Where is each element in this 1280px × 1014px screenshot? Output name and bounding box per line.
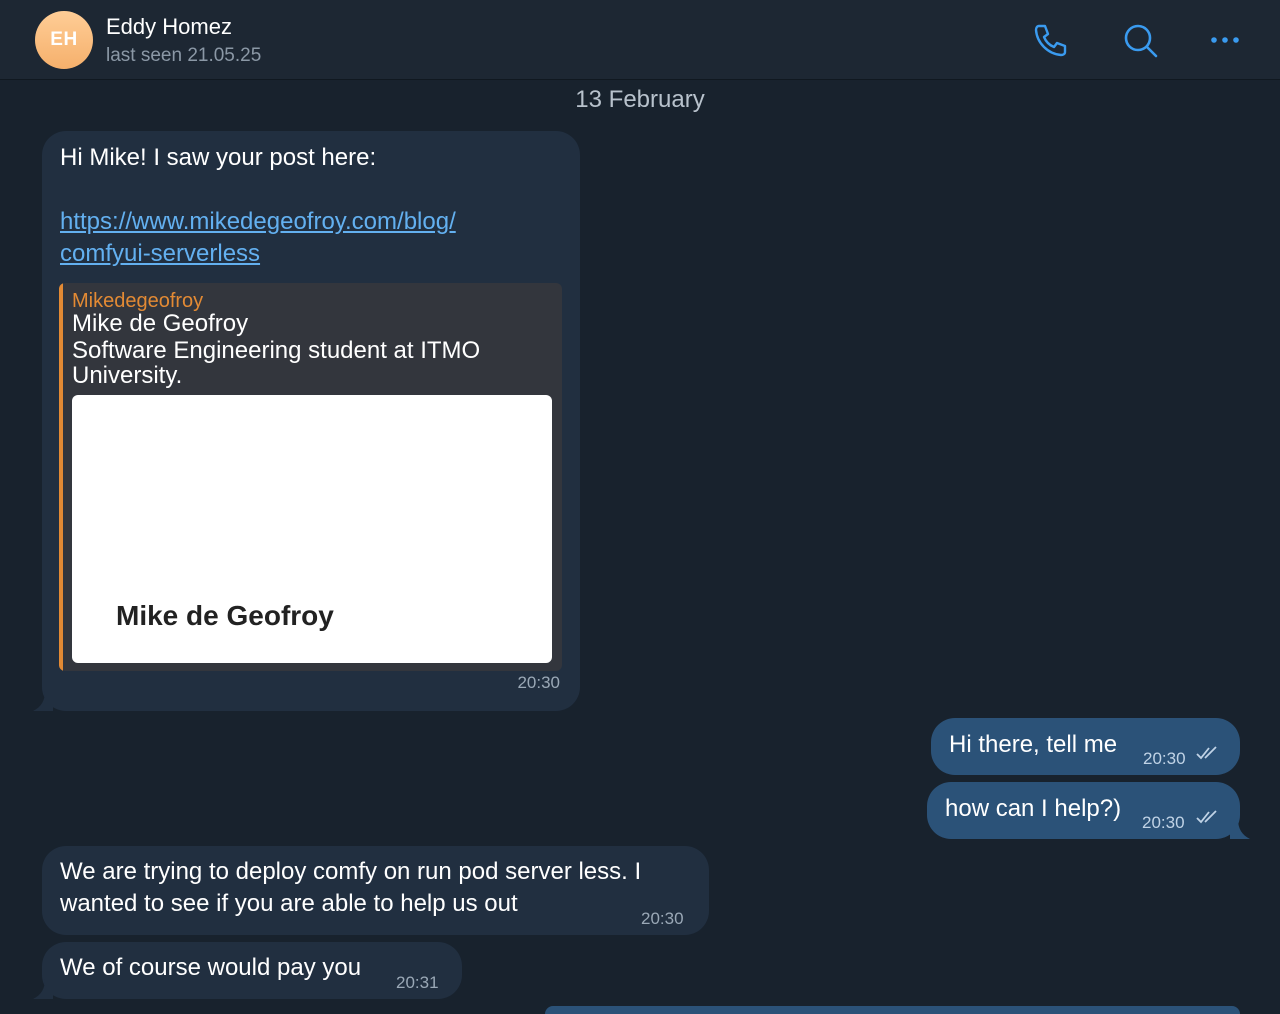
message-bubble-incoming[interactable]: Hi Mike! I saw your post here: https://w…: [42, 131, 580, 711]
preview-accent-bar: [59, 283, 63, 671]
preview-title: Mike de Geofroy: [72, 310, 249, 337]
message-bubble-outgoing[interactable]: [545, 1006, 1240, 1014]
message-time: 20:30: [1143, 749, 1186, 768]
message-text: Hi Mike! I saw your post here:: [60, 144, 377, 171]
double-check-icon: [1196, 810, 1217, 824]
message-text: We of course would pay you: [60, 954, 362, 981]
message-bubble-outgoing[interactable]: how can I help?) 20:30: [927, 782, 1240, 839]
avatar[interactable]: EH: [35, 11, 93, 69]
preview-description: Software Engineering student at ITMO Uni…: [72, 337, 481, 389]
message-bubble-incoming[interactable]: We are trying to deploy comfy on run pod…: [42, 846, 709, 935]
contact-status: last seen 21.05.25: [106, 45, 262, 66]
preview-image-text: Mike de Geofroy: [116, 600, 334, 631]
message-text: wanted to see if you are able to help us…: [60, 890, 518, 917]
message-time: 20:30: [1142, 813, 1185, 832]
bubble-tail: [33, 979, 53, 999]
message-text: how can I help?): [945, 795, 1122, 822]
message-time: 20:30: [517, 673, 560, 692]
double-check-icon: [1196, 746, 1217, 760]
date-separator: 13 February: [575, 86, 705, 113]
chat-header: EH Eddy Homez last seen 21.05.25: [0, 0, 1280, 80]
bubble-tail: [33, 691, 53, 711]
phone-icon[interactable]: [1030, 20, 1070, 60]
message-text: Hi there, tell me: [949, 731, 1118, 758]
bubble-tail: [1230, 819, 1250, 839]
message-link[interactable]: https://www.mikedegeofroy.com/blog/: [60, 206, 456, 238]
contact-name[interactable]: Eddy Homez: [106, 14, 232, 40]
message-bubble-outgoing[interactable]: Hi there, tell me 20:30: [931, 718, 1240, 775]
message-link[interactable]: comfyui-serverless: [60, 238, 260, 270]
link-preview[interactable]: Mikedegeofroy Mike de Geofroy Software E…: [59, 283, 562, 671]
more-icon[interactable]: [1205, 20, 1245, 60]
message-bubble-incoming[interactable]: We of course would pay you 20:31: [42, 942, 462, 999]
message-time: 20:30: [641, 909, 684, 928]
message-text: We are trying to deploy comfy on run pod…: [60, 858, 642, 885]
preview-image[interactable]: Mike de Geofroy: [72, 395, 552, 663]
message-time: 20:31: [396, 973, 439, 992]
search-icon[interactable]: [1120, 20, 1160, 60]
